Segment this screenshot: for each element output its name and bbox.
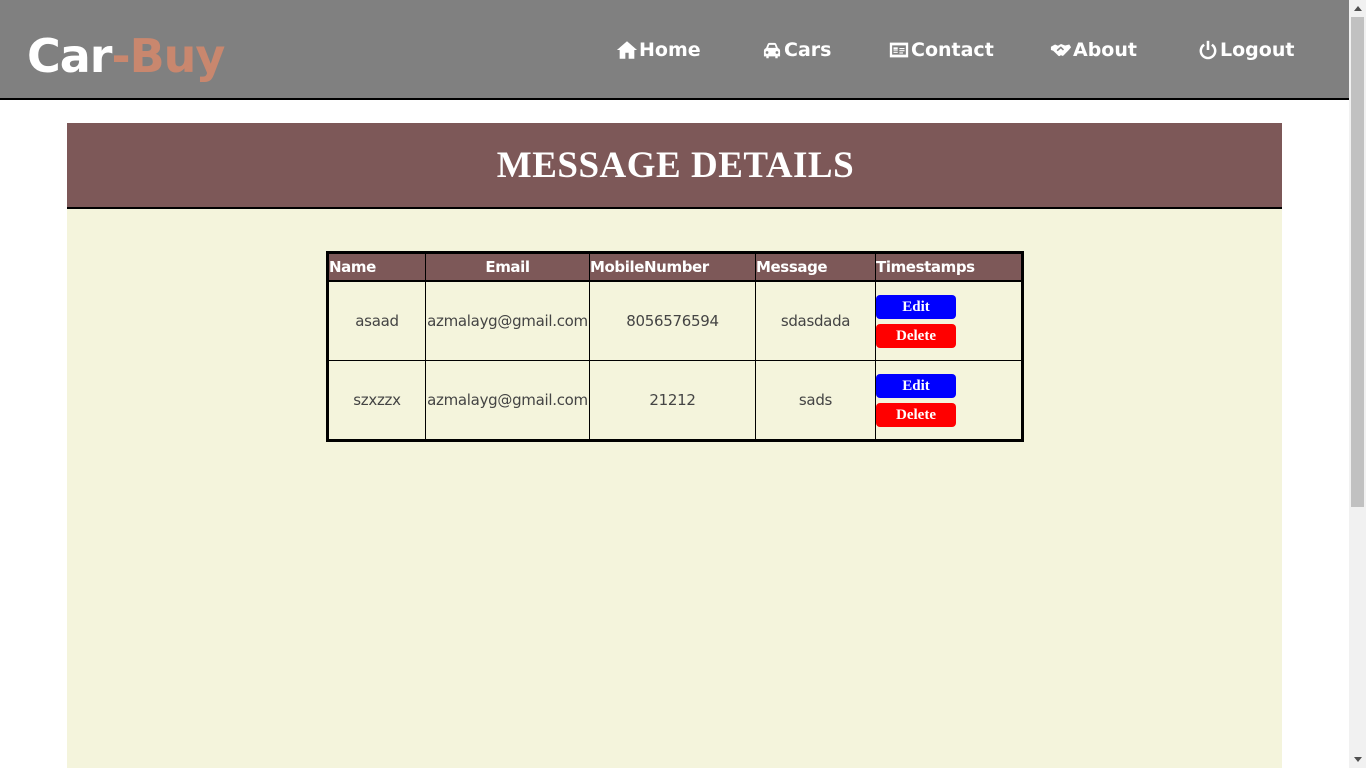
car-icon [763,42,781,59]
column-header-message: Message [755,252,876,282]
nav-contact-label: Contact [911,39,994,61]
table-header-row: Name Email MobileNumber Message Timestam… [327,252,1023,282]
nav-cars-label: Cars [784,39,832,61]
cell-message: sads [755,360,876,441]
nav-home[interactable]: Home [616,36,701,64]
cell-actions: Edit Delete [875,360,1023,441]
scroll-down-arrow-icon[interactable] [1349,751,1366,768]
home-icon [616,41,638,59]
nav-logout-label: Logout [1220,39,1295,61]
cell-email: azmalayg@gmail.com [425,280,590,361]
column-header-name: Name [327,252,426,282]
message-details-panel: MESSAGE DETAILS Name Email MobileNumber … [67,123,1282,768]
cell-name: szxzzx [327,360,426,441]
logo-text-accent: -Buy [111,29,226,83]
cell-name: asaad [327,280,426,361]
contact-card-icon [889,42,909,58]
delete-button[interactable]: Delete [876,323,956,348]
edit-button[interactable]: Edit [876,373,956,398]
page-title: MESSAGE DETAILS [496,144,855,186]
nav-home-label: Home [639,39,701,61]
cell-mobile: 21212 [589,360,756,441]
scrollbar-thumb[interactable] [1351,17,1364,507]
table-row: szxzzx azmalayg@gmail.com 21212 sads Edi… [327,360,1023,441]
cell-message: sdasdada [755,280,876,361]
nav-about-label: About [1073,39,1137,61]
scroll-up-arrow-icon[interactable] [1349,0,1366,17]
messages-table: Name Email MobileNumber Message Timestam… [326,251,1024,442]
table-row: asaad azmalayg@gmail.com 8056576594 sdas… [327,280,1023,361]
delete-button[interactable]: Delete [876,402,956,427]
cell-email: azmalayg@gmail.com [425,360,590,441]
handshake-icon [1050,44,1072,57]
column-header-mobile: MobileNumber [589,252,756,282]
power-icon [1199,40,1217,60]
column-header-timestamps: Timestamps [875,252,1023,282]
vertical-scrollbar[interactable] [1349,0,1366,768]
site-logo[interactable]: Car-Buy [27,28,226,84]
cell-mobile: 8056576594 [589,280,756,361]
nav-contact[interactable]: Contact [888,36,994,64]
top-navbar: Car-Buy Home Cars Contact About Logout [0,0,1349,100]
nav-cars[interactable]: Cars [761,36,831,64]
edit-button[interactable]: Edit [876,294,956,319]
panel-header: MESSAGE DETAILS [67,123,1282,209]
nav-about[interactable]: About [1050,36,1137,64]
cell-actions: Edit Delete [875,280,1023,361]
nav-logout[interactable]: Logout [1197,36,1294,64]
column-header-email: Email [425,252,590,282]
logo-text-main: Car [27,29,112,83]
